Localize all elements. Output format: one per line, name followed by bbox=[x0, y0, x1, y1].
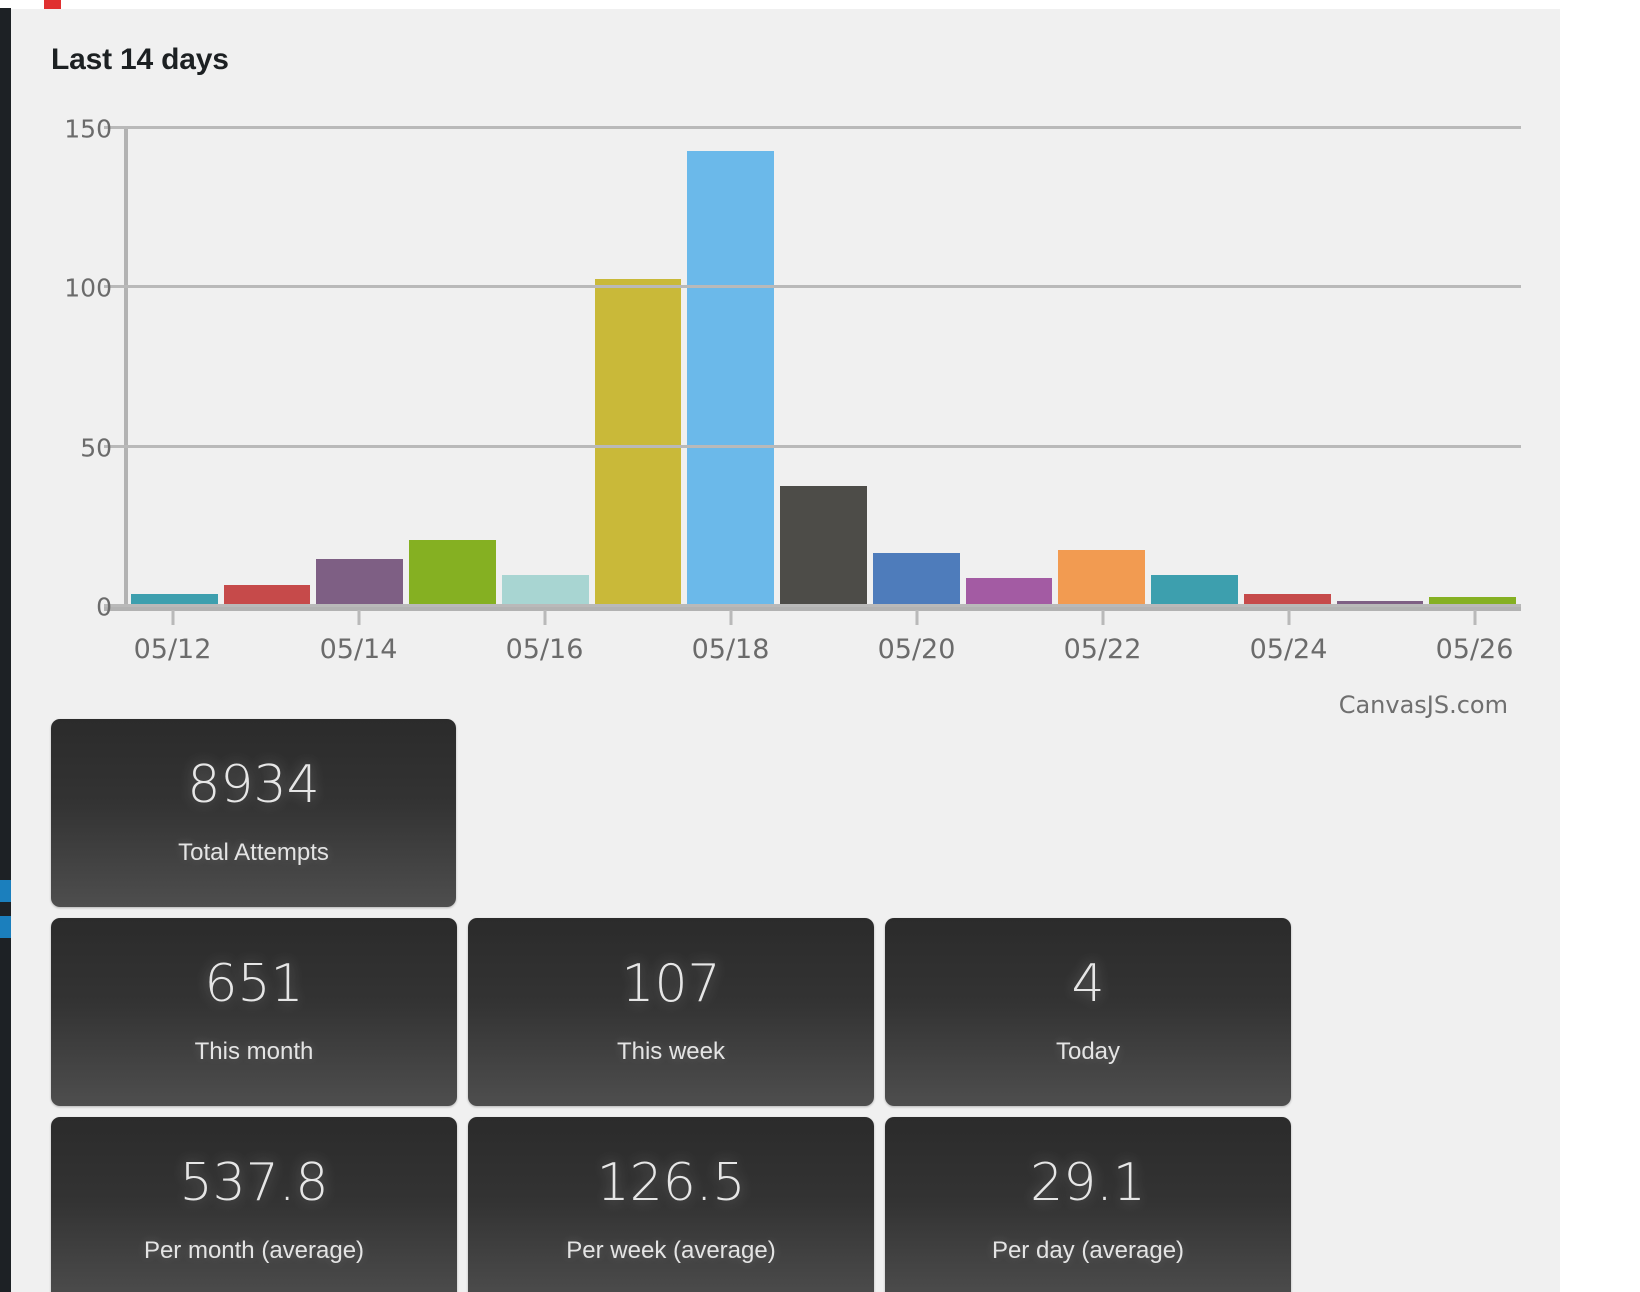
x-axis-label: 05/24 bbox=[1249, 634, 1328, 665]
rail-top-gap bbox=[0, 0, 11, 8]
stat-value: 126.5 bbox=[596, 1153, 746, 1213]
chart-gridline bbox=[126, 285, 1521, 289]
x-axis-tick bbox=[729, 610, 732, 625]
stat-label: Per week (average) bbox=[566, 1237, 776, 1264]
stat-card-total-attempts: 8934 Total Attempts bbox=[51, 719, 456, 907]
x-axis-tick bbox=[543, 610, 546, 625]
chart-bar[interactable] bbox=[1058, 549, 1146, 607]
stats-panel: Last 14 days 0 50 100 150 05/12 05/14 05/16 05/… bbox=[11, 9, 1560, 1292]
stat-card-grid: 8934 Total Attempts 651 This month 107 T… bbox=[51, 719, 1291, 1292]
chart-plot-area: 0 50 100 150 05/12 05/14 05/16 05/18 05/20 05/22 0… bbox=[64, 115, 1521, 665]
x-axis-label: 05/12 bbox=[133, 634, 212, 665]
rail-accent-marker-bottom bbox=[0, 916, 11, 938]
y-axis-label: 0 bbox=[96, 592, 112, 622]
chart-gridline bbox=[126, 604, 1521, 607]
x-axis-tick bbox=[1101, 610, 1104, 625]
x-axis-tick bbox=[1473, 610, 1476, 625]
red-indicator-tick bbox=[44, 0, 61, 9]
chart-bar[interactable] bbox=[316, 559, 404, 607]
chart-bar[interactable] bbox=[409, 540, 496, 607]
chart-bar[interactable] bbox=[687, 151, 775, 607]
y-axis-label: 100 bbox=[64, 273, 112, 303]
chart-bar[interactable] bbox=[872, 552, 960, 607]
stat-label: Per month (average) bbox=[143, 1237, 365, 1264]
x-axis-label: 05/20 bbox=[877, 634, 956, 665]
x-axis-label: 05/22 bbox=[1063, 634, 1142, 665]
chart-bar[interactable] bbox=[501, 575, 589, 607]
stat-label: This week bbox=[616, 1038, 726, 1065]
stat-card-this-month: 651 This month bbox=[51, 918, 457, 1106]
stat-value: 29.1 bbox=[1030, 1153, 1146, 1213]
stat-card-per-week-average: 126.5 Per week (average) bbox=[468, 1117, 874, 1292]
stat-value: 537.8 bbox=[179, 1153, 329, 1213]
chart-credit: CanvasJS.com bbox=[1338, 691, 1508, 719]
x-axis-tick bbox=[1287, 610, 1290, 625]
stat-card-today: 4 Today bbox=[885, 918, 1291, 1106]
stat-label: Per day (average) bbox=[991, 1237, 1185, 1264]
chart-bar[interactable] bbox=[780, 485, 867, 607]
stat-label: Total Attempts bbox=[178, 839, 329, 866]
x-axis-label: 05/26 bbox=[1435, 634, 1514, 665]
stat-card-this-week: 107 This week bbox=[468, 918, 874, 1106]
stat-row-averages: 537.8 Per month (average) 126.5 Per week… bbox=[51, 1117, 1291, 1292]
dashboard-page: Last 14 days 0 50 100 150 05/12 05/14 05/16 05/… bbox=[0, 0, 1640, 1292]
x-axis-tick bbox=[915, 610, 918, 625]
stat-value: 107 bbox=[621, 954, 721, 1014]
chart-gridline bbox=[126, 444, 1521, 448]
y-axis-label: 50 bbox=[80, 433, 112, 463]
bar-chart: 0 50 100 150 05/12 05/14 05/16 05/18 05/20 05/22 0… bbox=[41, 109, 1551, 689]
stat-value: 8934 bbox=[187, 755, 320, 815]
y-axis-label: 150 bbox=[64, 114, 112, 144]
bar-series bbox=[126, 129, 1521, 607]
window-top-strip bbox=[11, 0, 1640, 9]
stat-label: This month bbox=[194, 1038, 314, 1065]
x-axis-tick bbox=[171, 610, 174, 625]
x-axis-tick bbox=[357, 610, 360, 625]
x-axis-label: 05/16 bbox=[505, 634, 584, 665]
x-axis-label: 05/14 bbox=[319, 634, 398, 665]
chart-bar[interactable] bbox=[594, 278, 682, 607]
stat-label: Today bbox=[1055, 1038, 1121, 1065]
stat-row-total: 8934 Total Attempts bbox=[51, 719, 1291, 907]
stat-value: 4 bbox=[1071, 954, 1105, 1014]
page-title: Last 14 days bbox=[51, 43, 229, 76]
stat-row-periods: 651 This month 107 This week 4 Today bbox=[51, 918, 1291, 1106]
stat-value: 651 bbox=[204, 954, 304, 1014]
x-axis-label: 05/18 bbox=[691, 634, 770, 665]
stat-card-per-month-average: 537.8 Per month (average) bbox=[51, 1117, 457, 1292]
stat-card-per-day-average: 29.1 Per day (average) bbox=[885, 1117, 1291, 1292]
rail-accent-marker-top bbox=[0, 880, 11, 902]
right-margin-strip bbox=[1560, 0, 1640, 1292]
left-sidebar-rail bbox=[0, 0, 11, 1292]
chart-bar[interactable] bbox=[1151, 575, 1238, 607]
chart-bar[interactable] bbox=[965, 578, 1053, 607]
chart-gridline bbox=[126, 126, 1521, 129]
